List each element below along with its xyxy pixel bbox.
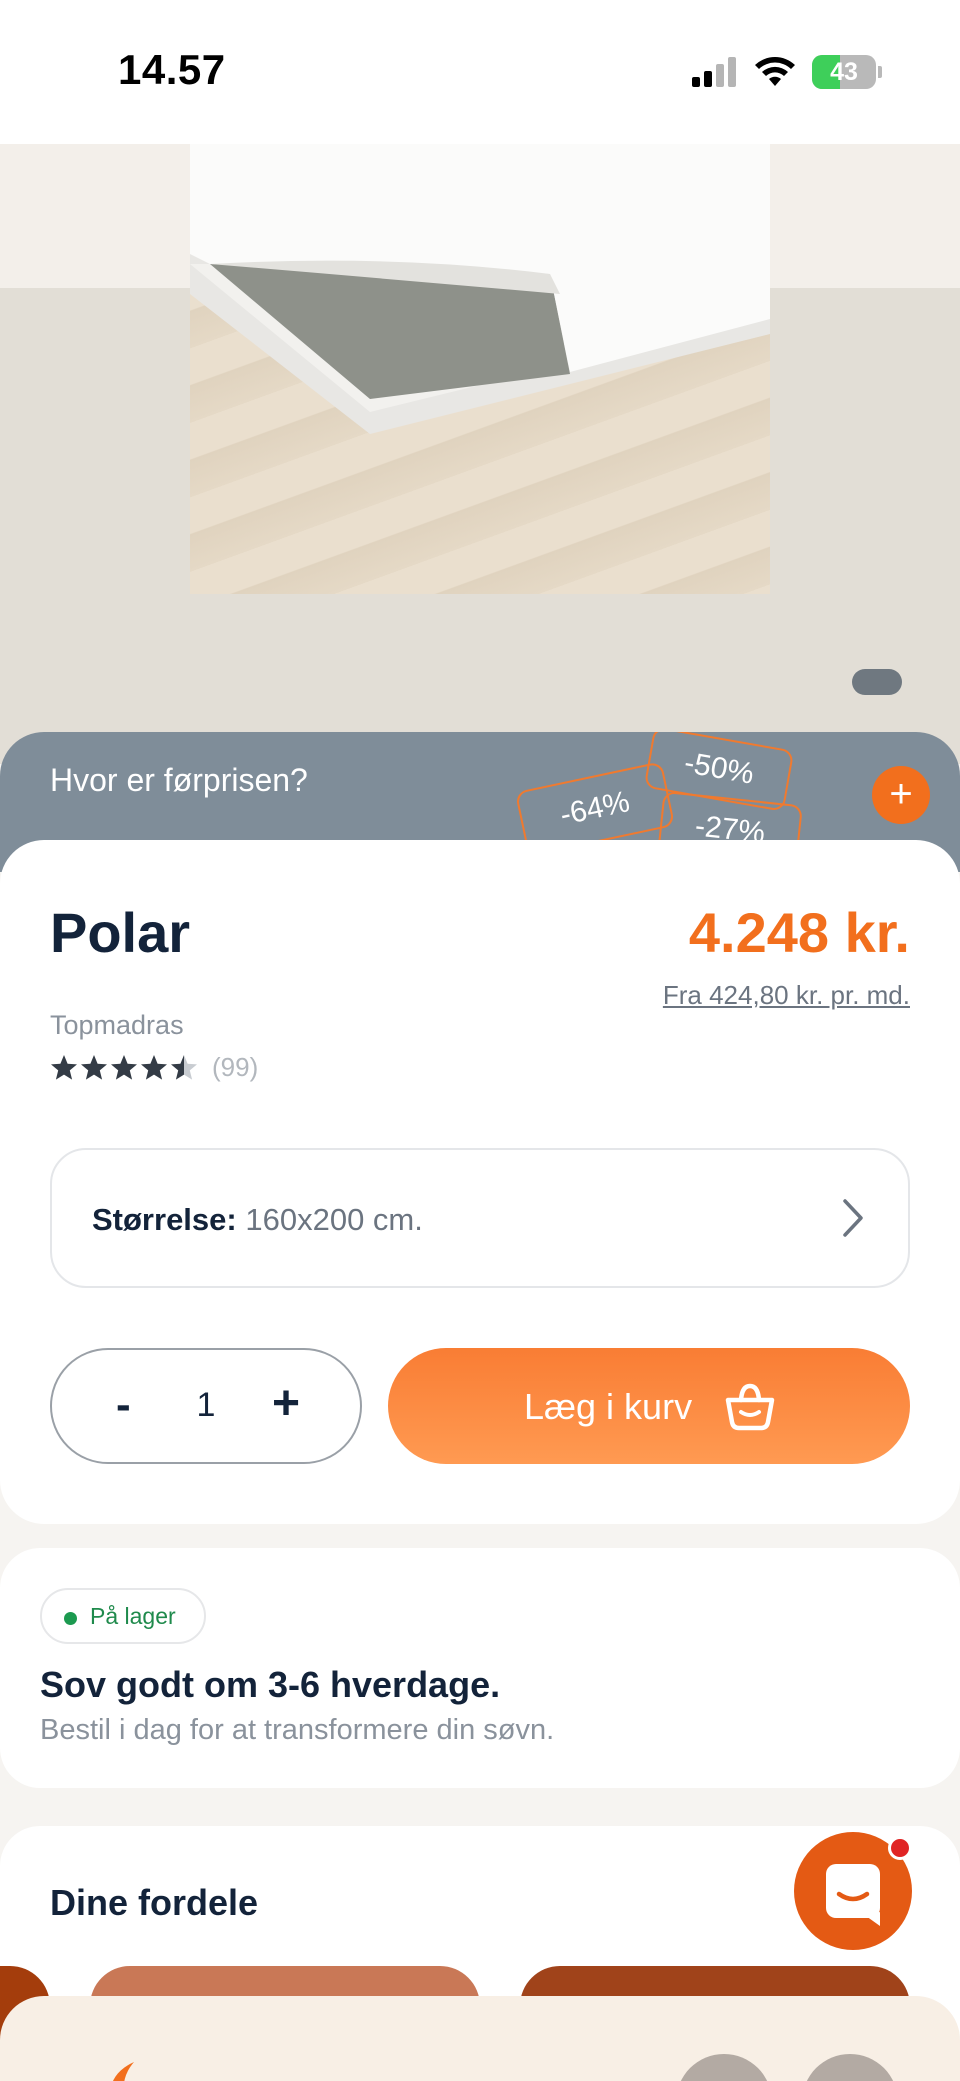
star-icon <box>51 1054 77 1080</box>
product-price: 4.248 kr. <box>688 901 910 964</box>
star-icon <box>81 1054 107 1080</box>
star-icon <box>171 1054 197 1080</box>
status-icons: 43 <box>692 54 882 90</box>
notification-dot <box>888 1836 912 1860</box>
chat-button[interactable] <box>794 1832 912 1950</box>
increase-quantity-button[interactable]: + <box>272 1376 300 1431</box>
benefits-title: Dine fordele <box>50 1882 259 1923</box>
product-title: Polar <box>50 901 191 964</box>
star-icon <box>141 1054 167 1080</box>
product-gallery[interactable] <box>0 144 960 764</box>
review-count: (99) <box>212 1052 259 1082</box>
size-label-row: Størrelse: 160x200 cm. <box>92 1202 423 1238</box>
previous-price-question: Hvor er førprisen? <box>50 762 308 798</box>
size-value: 160x200 cm. <box>245 1202 423 1237</box>
quantity-value: 1 <box>196 1386 216 1424</box>
size-selector[interactable]: Størrelse: 160x200 cm. <box>50 1148 910 1288</box>
product-image[interactable] <box>190 144 770 594</box>
gallery-pagination-dot[interactable] <box>852 669 902 695</box>
flame-logo-icon <box>113 2062 134 2081</box>
mattress-illustration <box>190 144 770 434</box>
stock-card: På lager Sov godt om 3-6 hverdage. Besti… <box>0 1548 960 1788</box>
cellular-signal-icon <box>692 57 736 87</box>
size-label: Størrelse: <box>92 1202 237 1237</box>
battery-tip <box>878 66 882 78</box>
status-time: 14.57 <box>118 46 226 93</box>
battery-icon: 43 <box>812 55 876 89</box>
add-to-cart-label: Læg i kurv <box>524 1386 693 1427</box>
avatar[interactable] <box>802 2054 898 2081</box>
product-category: Topmadras <box>50 1010 184 1040</box>
star-icon <box>111 1054 137 1080</box>
status-bar: 14.57 43 <box>0 0 960 144</box>
delivery-title: Sov godt om 3-6 hverdage. <box>40 1664 501 1705</box>
status-dot-icon <box>64 1612 77 1625</box>
bottom-sheet[interactable] <box>0 1996 960 2081</box>
wifi-icon <box>755 57 795 86</box>
installment-link[interactable]: Fra 424,80 kr. pr. md. <box>663 980 910 1011</box>
shopping-basket-icon <box>725 1383 775 1431</box>
delivery-subtitle: Bestil i dag for at transformere din søv… <box>40 1714 555 1746</box>
rating[interactable]: (99) <box>50 1052 258 1083</box>
avatar[interactable] <box>676 2054 772 2081</box>
product-card: Polar 4.248 kr. Fra 424,80 kr. pr. md. T… <box>0 840 960 1524</box>
in-stock-label: På lager <box>90 1603 176 1629</box>
add-to-cart-button[interactable]: Læg i kurv <box>388 1348 910 1464</box>
quantity-stepper[interactable]: - 1 + <box>50 1348 362 1464</box>
battery-level: 43 <box>830 58 858 86</box>
in-stock-badge: På lager <box>40 1588 206 1644</box>
expand-plus-icon[interactable]: + <box>872 766 930 824</box>
chevron-right-icon <box>843 1199 863 1237</box>
